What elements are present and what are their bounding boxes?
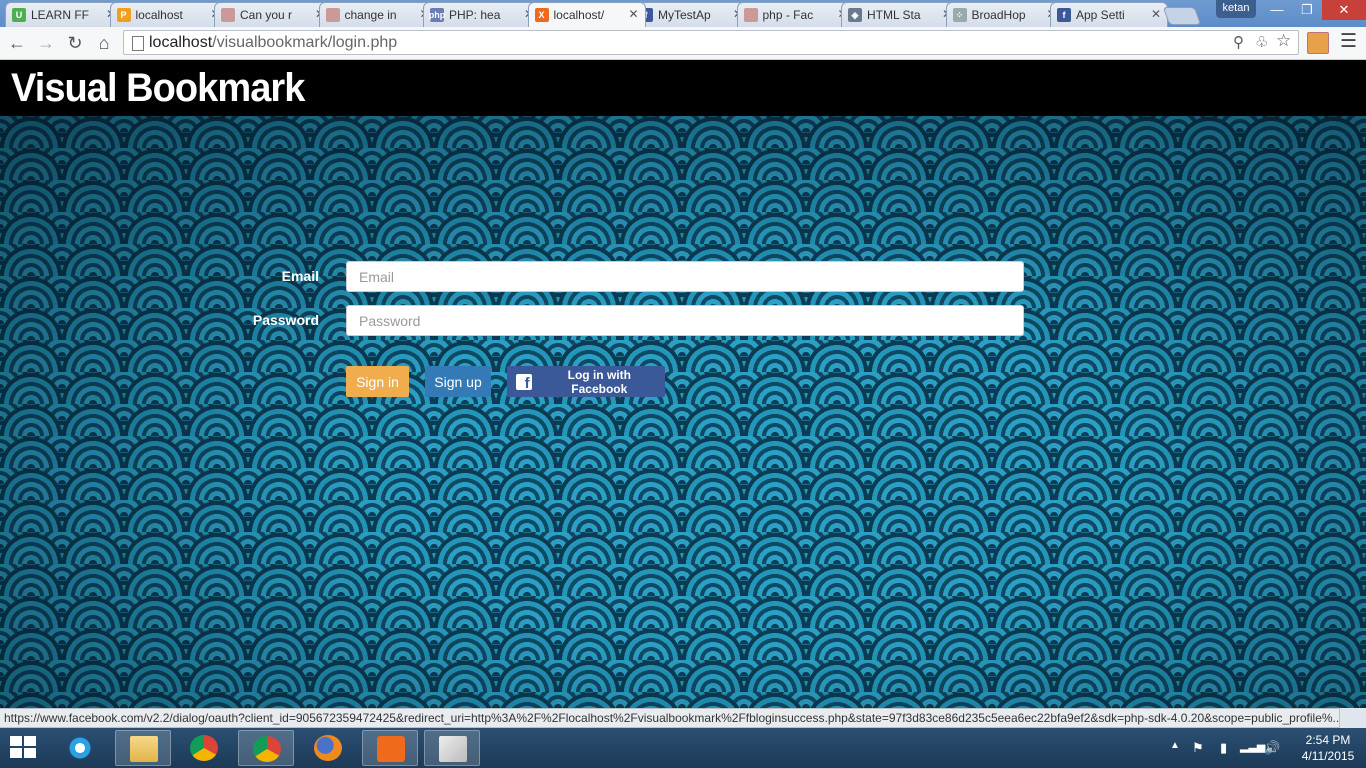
xampp-icon[interactable]: [362, 730, 418, 766]
browser-tab[interactable]: ◈HTML Sta✕: [841, 2, 959, 27]
tab-label: PHP: hea: [449, 8, 501, 22]
login-page-background: [0, 116, 1366, 708]
maximize-icon[interactable]: ❐: [1292, 0, 1322, 20]
search-icon[interactable]: ⚲: [1233, 33, 1244, 51]
browser-tab-strip: ULEARN FF✕Plocalhost✕Can you r✕change in…: [0, 0, 1366, 27]
notepad-icon[interactable]: [424, 730, 480, 766]
password-label: Password: [252, 312, 319, 328]
chrome-active-icon[interactable]: [238, 730, 294, 766]
extension-icon[interactable]: [1307, 32, 1329, 54]
file-explorer-icon[interactable]: [115, 730, 171, 766]
tab-label: LEARN FF: [31, 8, 90, 22]
new-tab-button[interactable]: [1162, 7, 1202, 25]
url-text[interactable]: localhost/visualbookmark/login.php: [149, 34, 397, 52]
browser-tab[interactable]: php - Fac✕: [736, 2, 855, 27]
background-vignette: [0, 116, 1366, 708]
bookmark-star-icon[interactable]: ☆: [1276, 31, 1291, 51]
browser-tab[interactable]: f App Setti ✕: [1050, 2, 1168, 27]
sign-up-button[interactable]: Sign up: [425, 366, 491, 397]
address-bar[interactable]: localhost/visualbookmark/login.php ⚲ ♧ ☆: [123, 30, 1299, 55]
site-title: Visual Bookmark: [11, 66, 305, 110]
xampp-icon: X: [534, 8, 549, 22]
tab-label: App Setti: [1076, 8, 1125, 22]
clock-time: 2:54 PM: [1305, 733, 1351, 747]
sign-in-button[interactable]: Sign in: [346, 366, 409, 397]
tab-label: Can you r: [240, 8, 293, 22]
site-header: Visual Bookmark: [0, 60, 1366, 116]
show-hidden-icons[interactable]: ▲: [1170, 740, 1180, 751]
menu-icon[interactable]: ☰: [1340, 30, 1357, 53]
url-path: /visualbookmark/login.php: [212, 34, 398, 51]
tab-label: php - Fac: [762, 8, 814, 22]
facebook-icon: f: [1057, 8, 1071, 22]
profile-button[interactable]: ketan: [1216, 0, 1256, 18]
udemy-icon: U: [12, 8, 26, 22]
page-icon: [132, 36, 144, 51]
battery-icon[interactable]: ▮: [1220, 740, 1227, 756]
internet-explorer-icon[interactable]: [52, 730, 108, 766]
back-icon[interactable]: ←: [5, 31, 29, 55]
tab-label: change in: [344, 8, 397, 22]
tab-close-icon[interactable]: ✕: [1151, 7, 1161, 21]
clock-date: 4/11/2015: [1301, 749, 1355, 763]
network-signal-icon[interactable]: ▂▃▅: [1240, 740, 1265, 753]
dots-icon: ⁘: [952, 8, 967, 22]
tab-label: MyTestAp: [658, 8, 711, 22]
minimize-icon[interactable]: —: [1262, 0, 1292, 20]
taskbar: ▲ ⚑ ▮ ▂▃▅ 🔊 2:54 PM 4/11/2015: [0, 728, 1366, 768]
email-field[interactable]: [346, 261, 1024, 292]
browser-tab[interactable]: Plocalhost✕: [109, 2, 228, 27]
forward-icon[interactable]: →: [34, 31, 58, 55]
status-bar-url: https://www.facebook.com/v2.2/dialog/oau…: [0, 708, 1340, 728]
reload-icon[interactable]: ↻: [63, 31, 87, 55]
firefox-icon[interactable]: [300, 730, 356, 766]
browser-tab[interactable]: ⁘BroadHop✕: [945, 2, 1064, 27]
home-icon[interactable]: ⌂: [92, 31, 116, 55]
facebook-login-button[interactable]: f Log in with Facebook: [507, 366, 665, 397]
tab-label: BroadHop: [971, 8, 1026, 22]
diamond-icon: ◈: [848, 8, 862, 22]
window-close-icon[interactable]: ✕: [1322, 0, 1366, 20]
browser-tab[interactable]: fMyTestAp✕: [632, 2, 750, 27]
action-center-flag-icon[interactable]: ⚑: [1192, 740, 1204, 756]
stackoverflow-icon: [325, 8, 340, 22]
browser-toolbar: ← → ↻ ⌂ localhost/visualbookmark/login.p…: [0, 27, 1366, 60]
tab-close-icon[interactable]: ✕: [628, 7, 638, 21]
tab-label: HTML Sta: [867, 8, 921, 22]
tab-label: localhost/: [553, 8, 605, 22]
browser-tab[interactable]: Can you r✕: [214, 2, 332, 27]
browser-tab[interactable]: ULEARN FF✕: [5, 2, 123, 27]
email-label: Email: [281, 268, 319, 284]
browser-tab[interactable]: phpPHP: hea✕: [423, 2, 541, 27]
system-clock[interactable]: 2:54 PM 4/11/2015: [1296, 732, 1360, 764]
url-host: localhost: [149, 34, 213, 51]
stackoverflow-icon: [221, 8, 235, 22]
translate-icon[interactable]: ♧: [1255, 33, 1268, 51]
chrome-icon[interactable]: [176, 730, 232, 766]
browser-tab[interactable]: Xlocalhost/ ✕: [527, 2, 646, 27]
stackoverflow-icon: [743, 8, 758, 22]
phpmyadmin-icon: P: [116, 8, 131, 22]
facebook-icon: f: [516, 373, 532, 390]
php-icon: php: [428, 8, 446, 22]
volume-icon[interactable]: 🔊: [1264, 740, 1280, 756]
browser-tab[interactable]: change in✕: [318, 2, 437, 27]
tab-label: localhost: [135, 8, 183, 22]
windows-start-icon[interactable]: [10, 736, 38, 760]
facebook-login-label: Log in with Facebook: [567, 367, 631, 396]
password-field[interactable]: [346, 305, 1024, 336]
